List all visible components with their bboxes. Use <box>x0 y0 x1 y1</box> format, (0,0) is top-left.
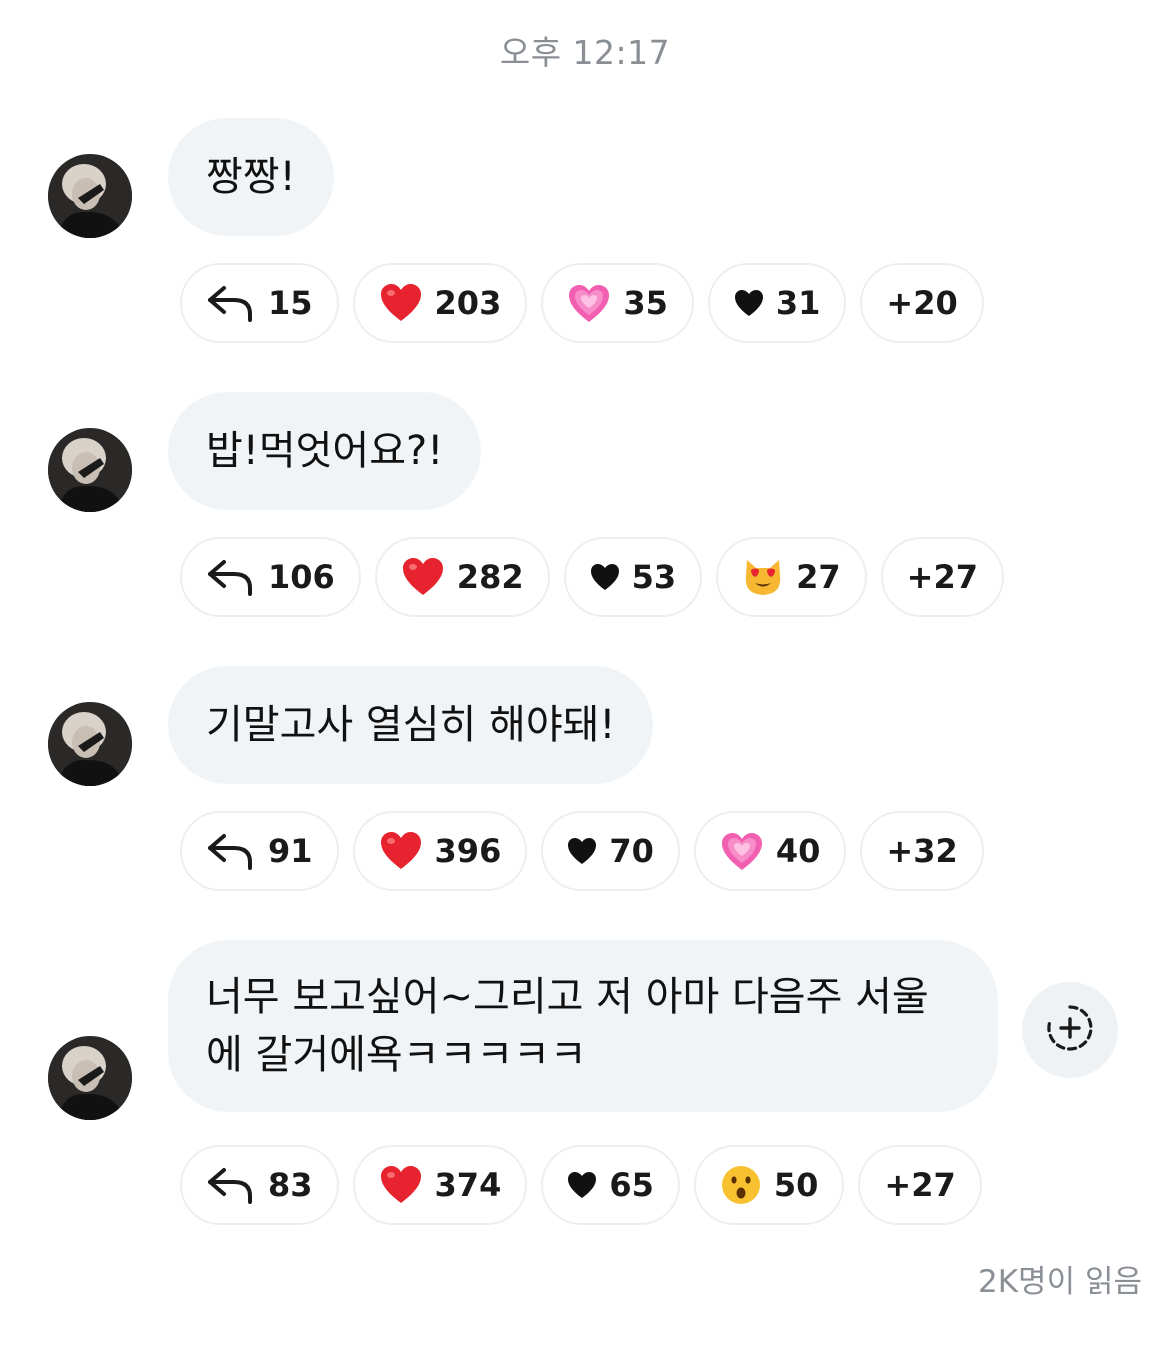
reaction-chip[interactable]: 203 <box>352 263 528 343</box>
red-heart-icon <box>379 831 423 871</box>
reaction-count: 35 <box>623 284 668 322</box>
reaction-count: +27 <box>884 1166 956 1204</box>
more-reactions-chip[interactable]: +27 <box>858 1145 982 1225</box>
surprised-face-icon <box>720 1164 762 1206</box>
message-bubble[interactable]: 너무 보고싶어~그리고 저 아마 다음주 서울에 갈거에욕ㅋㅋㅋㅋㅋ <box>168 940 998 1112</box>
reaction-count: 50 <box>773 1166 819 1204</box>
reply-icon <box>206 282 256 324</box>
reaction-bar: 106 282 53 27 +27 <box>180 537 1004 617</box>
more-reactions-chip[interactable]: +32 <box>860 811 984 891</box>
reaction-chip[interactable]: 27 <box>716 537 867 617</box>
black-heart-icon <box>734 289 764 317</box>
avatar[interactable] <box>48 428 132 512</box>
reaction-count: 40 <box>775 832 821 870</box>
red-heart-icon <box>401 557 445 597</box>
reaction-chip[interactable]: 282 <box>374 537 550 617</box>
reaction-chip[interactable]: 35 <box>541 263 694 343</box>
black-heart-icon <box>567 837 597 865</box>
add-reaction-button[interactable] <box>1022 982 1118 1078</box>
reaction-count: +27 <box>906 558 978 596</box>
reaction-count: 70 <box>609 832 654 870</box>
reaction-count: 15 <box>268 284 313 322</box>
avatar[interactable] <box>48 1036 132 1120</box>
reply-icon <box>206 830 256 872</box>
reply-icon <box>206 1164 256 1206</box>
reaction-count: 106 <box>268 558 335 596</box>
avatar[interactable] <box>48 702 132 786</box>
avatar[interactable] <box>48 154 132 238</box>
message-bubble[interactable]: 기말고사 열심히 해야돼! <box>168 666 654 784</box>
reply-icon <box>206 556 256 598</box>
reaction-count: 65 <box>609 1166 654 1204</box>
reaction-count: 53 <box>631 558 677 596</box>
reaction-chip[interactable]: 65 <box>541 1145 680 1225</box>
reaction-chip[interactable]: 70 <box>541 811 680 891</box>
sparkling-pink-heart-icon <box>567 282 611 324</box>
reaction-chip[interactable]: 53 <box>563 537 703 617</box>
black-heart-icon <box>567 1171 597 1199</box>
reaction-count: 396 <box>434 832 502 870</box>
message-timestamp: 오후 12:17 <box>499 33 671 72</box>
add-reaction-icon <box>1046 1004 1094 1056</box>
more-reactions-chip[interactable]: +27 <box>880 537 1004 617</box>
reaction-count: 282 <box>456 558 524 596</box>
reaction-count: 27 <box>796 558 841 596</box>
reaction-bar: 91 396 70 40 +32 <box>180 811 984 891</box>
reaction-chip[interactable]: 31 <box>707 263 847 343</box>
chat-screen: 오후 12:17 짱짱! 15 203 35 31 +20 밥!먹엇어요?! 1… <box>0 0 1170 1346</box>
heart-eyes-cat-icon <box>742 556 784 598</box>
reaction-count: 374 <box>434 1166 502 1204</box>
more-reactions-chip[interactable]: +20 <box>860 263 984 343</box>
black-heart-icon <box>590 563 620 591</box>
reaction-chip[interactable]: 40 <box>693 811 847 891</box>
reply-count-chip[interactable]: 83 <box>180 1145 339 1225</box>
red-heart-icon <box>379 283 423 323</box>
red-heart-icon <box>379 1165 423 1205</box>
reaction-chip[interactable]: 50 <box>693 1145 845 1225</box>
sparkling-pink-heart-icon <box>720 830 764 872</box>
reaction-chip[interactable]: 396 <box>352 811 528 891</box>
reply-count-chip[interactable]: 15 <box>180 263 339 343</box>
reaction-count: 83 <box>268 1166 313 1204</box>
reaction-count: +20 <box>886 284 958 322</box>
reaction-count: +32 <box>886 832 958 870</box>
reaction-chip[interactable]: 374 <box>352 1145 528 1225</box>
message-bubble[interactable]: 짱짱! <box>168 118 334 236</box>
reply-count-chip[interactable]: 91 <box>180 811 339 891</box>
read-count: 2K명이 읽음 <box>978 1264 1142 1300</box>
reaction-count: 91 <box>268 832 313 870</box>
reaction-bar: 83 374 65 50 +27 <box>180 1145 982 1225</box>
reaction-count: 203 <box>434 284 502 322</box>
reaction-bar: 15 203 35 31 +20 <box>180 263 984 343</box>
message-bubble[interactable]: 밥!먹엇어요?! <box>168 392 482 510</box>
reaction-count: 31 <box>775 284 821 322</box>
reply-count-chip[interactable]: 106 <box>180 537 361 617</box>
